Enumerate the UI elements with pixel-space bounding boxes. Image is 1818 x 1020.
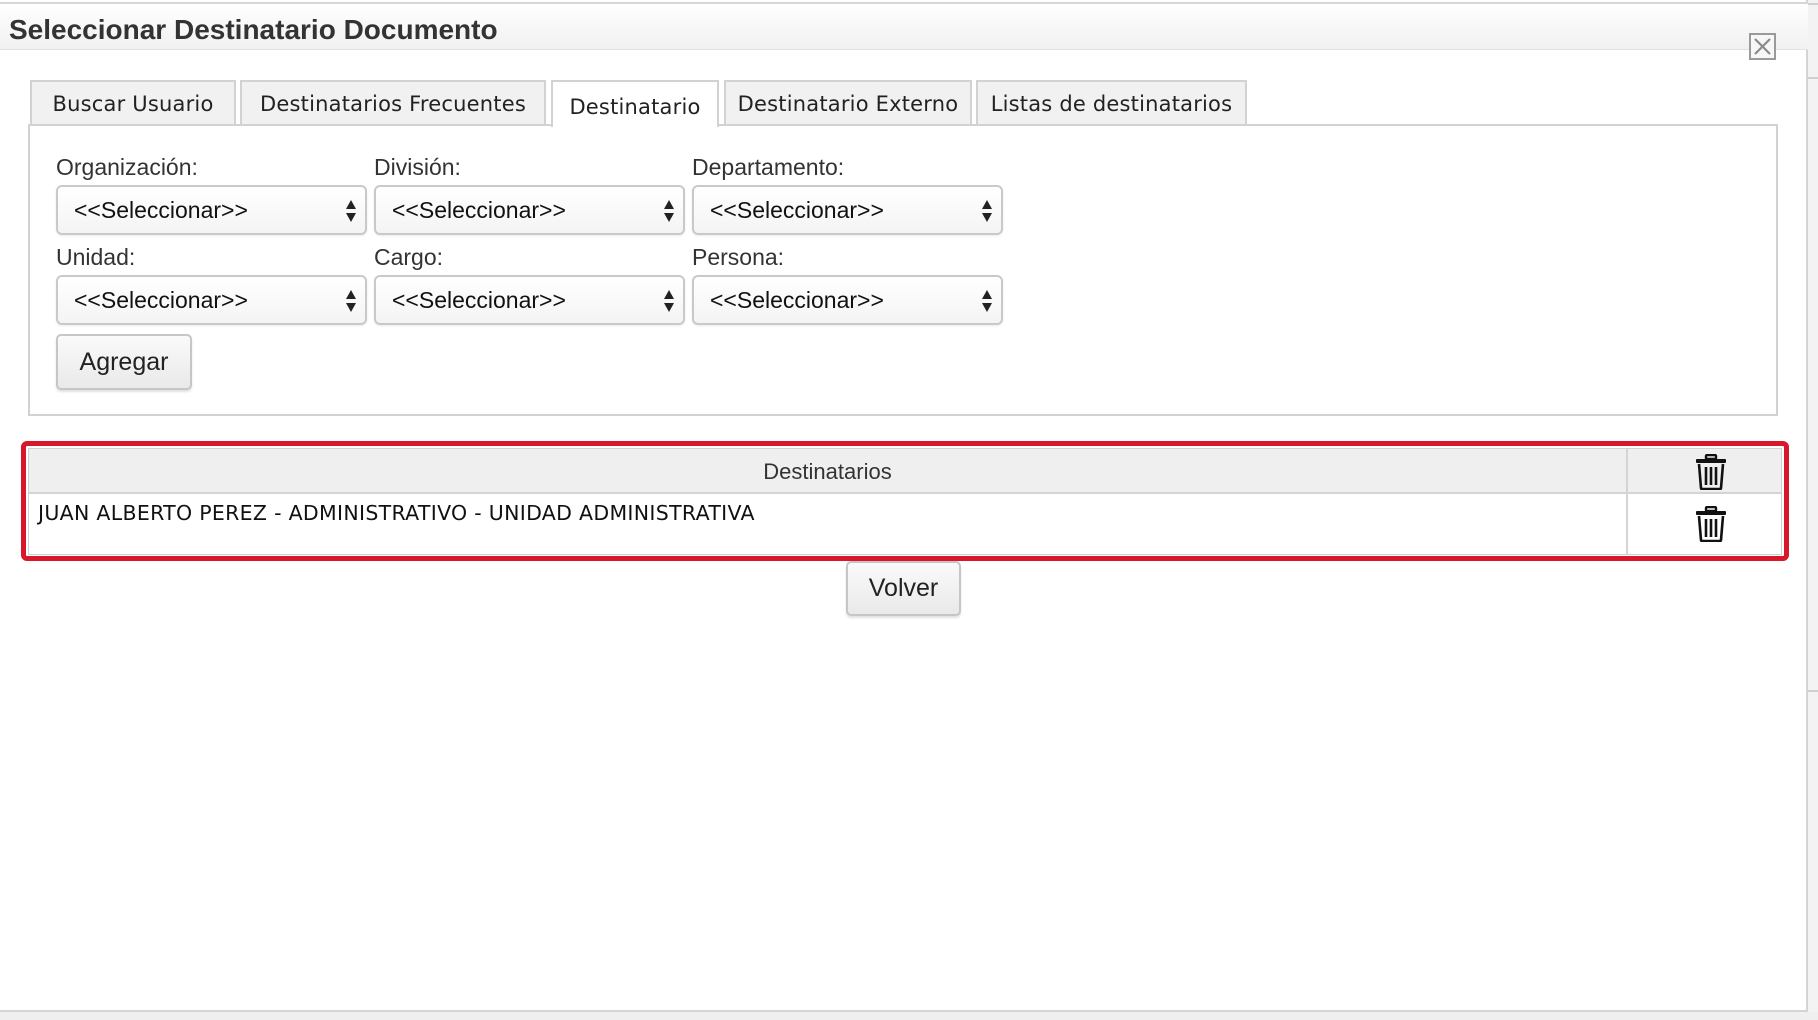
persona-select[interactable]: <<Seleccionar>>: [692, 275, 1003, 325]
select-arrows-icon: [982, 200, 992, 222]
departamento-label: Departamento:: [692, 154, 845, 180]
organizacion-select[interactable]: <<Seleccionar>>: [56, 185, 367, 235]
recipient-form-panel: Organización: División: Departamento: <<…: [28, 124, 1778, 416]
edge-mark: [1808, 690, 1818, 692]
select-arrows-icon: [664, 290, 674, 312]
tab-destinatarios-frecuentes[interactable]: Destinatarios Frecuentes: [240, 80, 546, 125]
back-button[interactable]: Volver: [846, 561, 961, 616]
organizacion-label: Organización:: [56, 154, 198, 180]
persona-label: Persona:: [692, 244, 785, 270]
dialog-title: Seleccionar Destinatario Documento: [9, 14, 498, 45]
departamento-select[interactable]: <<Seleccionar>>: [692, 185, 1003, 235]
dialog-titlebar: Seleccionar Destinatario Documento: [0, 2, 1808, 60]
cargo-select[interactable]: <<Seleccionar>>: [374, 275, 685, 325]
close-icon: [1754, 38, 1771, 55]
select-arrows-icon: [664, 200, 674, 222]
division-label: División:: [374, 154, 461, 180]
select-arrows-icon: [346, 290, 356, 312]
select-arrows-icon: [982, 290, 992, 312]
background-page-edge: [1808, 0, 1818, 1020]
division-select[interactable]: <<Seleccionar>>: [374, 185, 685, 235]
tab-destinatario-externo[interactable]: Destinatario Externo: [724, 80, 972, 125]
close-button[interactable]: [1749, 33, 1776, 60]
cargo-label: Cargo:: [374, 244, 444, 270]
tab-destinatario[interactable]: Destinatario: [551, 80, 719, 127]
background-page-edge-bottom: [0, 1012, 1818, 1020]
edge-mark: [1808, 3, 1818, 5]
select-arrows-icon: [346, 200, 356, 222]
tab-buscar-usuario[interactable]: Buscar Usuario: [30, 80, 236, 125]
edge-mark: [1808, 77, 1818, 79]
unidad-select[interactable]: <<Seleccionar>>: [56, 275, 367, 325]
tab-listas-de-destinatarios[interactable]: Listas de destinatarios: [976, 80, 1247, 125]
add-button[interactable]: Agregar: [56, 334, 192, 390]
recipient-dialog: Seleccionar Destinatario Documento Busca…: [0, 0, 1808, 1012]
unidad-label: Unidad:: [56, 244, 136, 270]
recipients-highlight-box: [21, 441, 1789, 561]
